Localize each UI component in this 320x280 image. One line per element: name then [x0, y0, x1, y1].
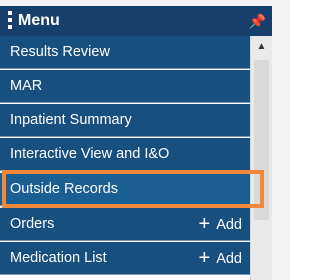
menu-item-results-review[interactable]: Results Review [0, 36, 250, 69]
menu-item-orders[interactable]: Orders + Add [0, 208, 250, 241]
scroll-up-arrow-icon[interactable]: ▲ [251, 36, 272, 58]
menu-item-medication-list[interactable]: Medication List + Add [0, 242, 250, 275]
menu-item-mar[interactable]: MAR [0, 70, 250, 103]
menu-item-inpatient-summary[interactable]: Inpatient Summary [0, 104, 250, 137]
scroll-thumb[interactable] [254, 60, 269, 220]
add-label: Add [216, 217, 242, 233]
add-orders-button[interactable]: + Add [199, 208, 243, 241]
plus-icon: + [198, 247, 211, 269]
menu-item-label: Medication List [10, 250, 107, 266]
pin-icon[interactable]: 📌 [249, 6, 266, 36]
add-medication-button[interactable]: + Add [199, 242, 243, 275]
vertical-scrollbar[interactable]: ▲ [250, 36, 272, 280]
menu-item-label: Outside Records [10, 181, 118, 197]
menu-item-label: Interactive View and I&O [10, 146, 170, 162]
menu-item-interactive-view[interactable]: Interactive View and I&O [0, 138, 250, 171]
menu-item-label: Orders [10, 216, 55, 232]
menu-item-label: Inpatient Summary [10, 112, 132, 128]
menu-item-outside-records[interactable]: Outside Records [0, 173, 250, 206]
menu-list: Results Review MAR Inpatient Summary Int… [0, 36, 272, 280]
menu-panel: Menu 📌 Results Review MAR Inpatient Summ… [0, 0, 290, 280]
add-label: Add [216, 251, 242, 267]
menu-item-label: MAR [10, 78, 43, 94]
plus-icon: + [198, 213, 211, 235]
grip-icon[interactable] [8, 11, 12, 31]
menu-title: Menu [18, 12, 60, 29]
menu-item-label: Results Review [10, 44, 110, 60]
menu-header: Menu 📌 [0, 6, 272, 36]
